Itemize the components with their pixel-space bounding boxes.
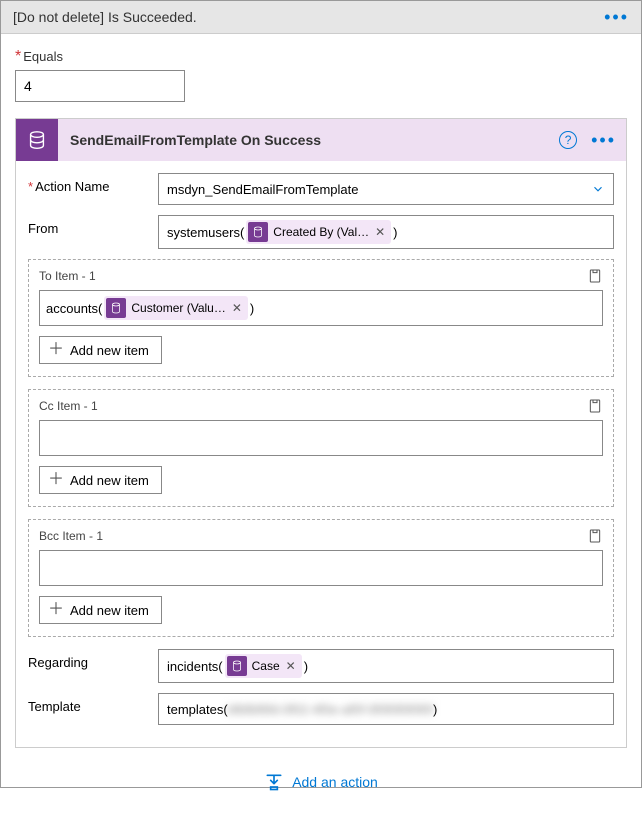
to-suffix: ): [250, 301, 254, 316]
step-container: [Do not delete] Is Succeeded. ••• *Equal…: [0, 0, 642, 788]
card-header[interactable]: SendEmailFromTemplate On Success ? •••: [16, 119, 626, 161]
to-token-text: Customer (Valu…: [131, 301, 225, 315]
cc-add-label: Add new item: [70, 473, 149, 488]
step-header[interactable]: [Do not delete] Is Succeeded. •••: [1, 1, 641, 34]
from-label: From: [28, 221, 58, 236]
bcc-group: Bcc Item - 1 ＋ Add new item: [28, 519, 614, 637]
to-group: To Item - 1 accounts( Customer (Valu… ✕ …: [28, 259, 614, 377]
template-prefix: templates(: [167, 702, 228, 717]
action-name-value: msdyn_SendEmailFromTemplate: [167, 182, 358, 197]
add-action-icon: [264, 772, 284, 792]
to-add-button[interactable]: ＋ Add new item: [39, 336, 162, 364]
chevron-down-icon: [591, 182, 605, 196]
plus-icon: ＋: [48, 342, 64, 358]
action-name-select[interactable]: msdyn_SendEmailFromTemplate: [158, 173, 614, 205]
required-asterisk: *: [15, 48, 21, 65]
dataverse-icon: [248, 222, 268, 242]
to-add-label: Add new item: [70, 343, 149, 358]
action-card: SendEmailFromTemplate On Success ? ••• *…: [15, 118, 627, 748]
bcc-label: Bcc Item - 1: [39, 529, 103, 543]
dataverse-icon: [227, 656, 247, 676]
template-input[interactable]: templates( bfbfbf6fd-0f02-4f0e-af0f-0f0f…: [158, 693, 614, 725]
template-row: Template templates( bfbfbf6fd-0f02-4f0e-…: [28, 693, 614, 725]
to-token[interactable]: Customer (Valu… ✕: [104, 296, 248, 320]
bcc-add-button[interactable]: ＋ Add new item: [39, 596, 162, 624]
regarding-token-text: Case: [252, 659, 280, 673]
cc-add-button[interactable]: ＋ Add new item: [39, 466, 162, 494]
required-asterisk: *: [28, 179, 33, 194]
regarding-prefix: incidents(: [167, 659, 223, 674]
plus-icon: ＋: [48, 602, 64, 618]
help-icon[interactable]: ?: [559, 131, 577, 149]
template-label: Template: [28, 699, 81, 714]
from-input[interactable]: systemusers( Created By (Val… ✕ ): [158, 215, 614, 249]
remove-token-icon[interactable]: ✕: [286, 659, 296, 673]
step-body: *Equals SendEmailFromTemplate On Success…: [1, 34, 641, 816]
cc-label: Cc Item - 1: [39, 399, 98, 413]
action-name-label: Action Name: [35, 179, 109, 194]
action-name-row: *Action Name msdyn_SendEmailFromTemplate: [28, 173, 614, 205]
from-row: From systemusers( Created By (Val… ✕ ): [28, 215, 614, 249]
dynamic-content-icon[interactable]: [587, 528, 603, 544]
header-more-icon[interactable]: •••: [604, 12, 629, 22]
from-prefix: systemusers(: [167, 225, 244, 240]
card-more-icon[interactable]: •••: [591, 135, 616, 145]
cc-input[interactable]: [39, 420, 603, 456]
from-token-text: Created By (Val…: [273, 225, 369, 239]
equals-input[interactable]: [15, 70, 185, 102]
dynamic-content-icon[interactable]: [587, 398, 603, 414]
dataverse-icon: [16, 119, 58, 161]
from-suffix: ): [393, 225, 397, 240]
equals-label: Equals: [23, 49, 63, 64]
add-action-button[interactable]: Add an action: [15, 748, 627, 802]
card-body: *Action Name msdyn_SendEmailFromTemplate…: [16, 161, 626, 747]
regarding-suffix: ): [304, 659, 308, 674]
to-label: To Item - 1: [39, 269, 96, 283]
step-title: [Do not delete] Is Succeeded.: [13, 9, 197, 25]
card-title: SendEmailFromTemplate On Success: [70, 132, 559, 148]
remove-token-icon[interactable]: ✕: [232, 301, 242, 315]
regarding-input[interactable]: incidents( Case ✕ ): [158, 649, 614, 683]
to-input[interactable]: accounts( Customer (Valu… ✕ ): [39, 290, 603, 326]
cc-group: Cc Item - 1 ＋ Add new item: [28, 389, 614, 507]
template-suffix: ): [433, 702, 437, 717]
regarding-label: Regarding: [28, 655, 88, 670]
bcc-input[interactable]: [39, 550, 603, 586]
dynamic-content-icon[interactable]: [587, 268, 603, 284]
to-prefix: accounts(: [46, 301, 102, 316]
plus-icon: ＋: [48, 472, 64, 488]
template-blurred-value: bfbfbf6fd-0f02-4f0e-af0f-0f0f0f0f0f0f: [228, 702, 433, 717]
regarding-row: Regarding incidents( Case ✕ ): [28, 649, 614, 683]
dataverse-icon: [106, 298, 126, 318]
equals-field: *Equals: [15, 48, 627, 102]
bcc-add-label: Add new item: [70, 603, 149, 618]
remove-token-icon[interactable]: ✕: [375, 225, 385, 239]
from-token[interactable]: Created By (Val… ✕: [246, 220, 391, 244]
regarding-token[interactable]: Case ✕: [225, 654, 302, 678]
